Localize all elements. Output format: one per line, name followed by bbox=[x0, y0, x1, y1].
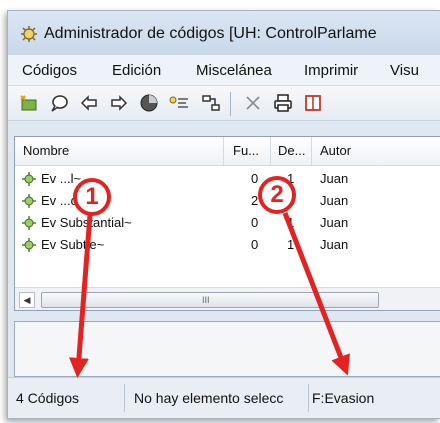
annotation-badge-2: 2 bbox=[270, 181, 284, 208]
menu-bar: Códigos Edición Miscelánea Imprimir Visu bbox=[8, 55, 440, 86]
comment-panel[interactable] bbox=[14, 321, 440, 377]
cell-de: 1 bbox=[287, 215, 295, 230]
status-divider bbox=[308, 384, 309, 412]
code-icon bbox=[22, 216, 36, 230]
cell-name: Ev Substantial~ bbox=[41, 215, 132, 230]
cell-fu: 0 bbox=[251, 237, 259, 252]
cell-name: Ev Subtle~ bbox=[41, 237, 105, 252]
cell-de: 1 bbox=[287, 237, 295, 252]
code-icon bbox=[22, 172, 36, 186]
cell-fu: 0 bbox=[251, 215, 259, 230]
column-fu[interactable]: Fu... bbox=[233, 143, 259, 158]
new-code-icon[interactable] bbox=[18, 92, 40, 114]
status-selection: No hay elemento selecc bbox=[134, 390, 284, 406]
cell-author: Juan bbox=[320, 237, 349, 252]
status-count: 4 Códigos bbox=[16, 390, 80, 406]
delete-icon[interactable] bbox=[242, 92, 264, 114]
code-manager-window: Administrador de códigos [UH: ControlPar… bbox=[7, 10, 440, 419]
cell-author: Juan bbox=[320, 171, 349, 186]
network-icon[interactable] bbox=[200, 92, 222, 114]
cell-author: Juan bbox=[320, 193, 349, 208]
arrow-left-icon[interactable] bbox=[78, 92, 100, 114]
code-manager-icon bbox=[21, 26, 37, 42]
scroll-grip: III bbox=[202, 295, 210, 305]
comment-icon[interactable] bbox=[48, 92, 70, 114]
column-nombre[interactable]: Nombre bbox=[23, 143, 69, 158]
menu-visualizar[interactable]: Visu bbox=[390, 62, 419, 79]
table-row[interactable]: Ev Subtle~ 0 1 Juan bbox=[15, 234, 440, 256]
column-de[interactable]: De... bbox=[278, 143, 305, 158]
column-divider[interactable] bbox=[270, 137, 271, 165]
code-icon bbox=[22, 238, 36, 252]
scrollbar-thumb[interactable]: III bbox=[41, 292, 379, 308]
view-panel-icon[interactable] bbox=[302, 92, 324, 114]
menu-imprimir[interactable]: Imprimir bbox=[304, 62, 358, 79]
menu-codigos[interactable]: Códigos bbox=[22, 62, 77, 79]
print-icon[interactable] bbox=[272, 92, 294, 114]
menu-edicion[interactable]: Edición bbox=[112, 62, 161, 79]
scroll-left-icon[interactable]: ◀ bbox=[19, 292, 35, 308]
annotation-badge-1: 1 bbox=[85, 183, 99, 210]
status-family: F:Evasion bbox=[312, 390, 375, 406]
status-bar: 4 Códigos No hay elemento selecc F:Evasi… bbox=[8, 377, 440, 418]
code-icon bbox=[22, 194, 36, 208]
table-row[interactable]: Ev Substantial~ 0 1 Juan bbox=[15, 212, 440, 234]
column-divider[interactable] bbox=[223, 137, 224, 165]
color-circle-icon[interactable] bbox=[138, 92, 160, 114]
toolbar bbox=[8, 86, 440, 121]
list-header: Nombre Fu... De... Autor bbox=[15, 137, 440, 166]
arrow-right-icon[interactable] bbox=[108, 92, 130, 114]
column-autor[interactable]: Autor bbox=[320, 143, 351, 158]
column-divider[interactable] bbox=[311, 137, 312, 165]
cell-fu: 0 bbox=[251, 171, 259, 186]
title-bar[interactable]: Administrador de códigos [UH: ControlPar… bbox=[8, 11, 440, 55]
window-title: Administrador de códigos [UH: ControlPar… bbox=[44, 25, 377, 42]
codes-list[interactable]: Nombre Fu... De... Autor Ev ...l~ 0 1 Ju… bbox=[14, 136, 440, 311]
cell-fu: 2 bbox=[251, 193, 259, 208]
cell-author: Juan bbox=[320, 215, 349, 230]
horizontal-scrollbar[interactable]: ◀ III bbox=[15, 287, 440, 310]
status-divider bbox=[124, 384, 125, 412]
toolbar-separator bbox=[230, 92, 231, 116]
code-tree-icon[interactable] bbox=[168, 92, 190, 114]
menu-miscelanea[interactable]: Miscelánea bbox=[196, 62, 272, 79]
